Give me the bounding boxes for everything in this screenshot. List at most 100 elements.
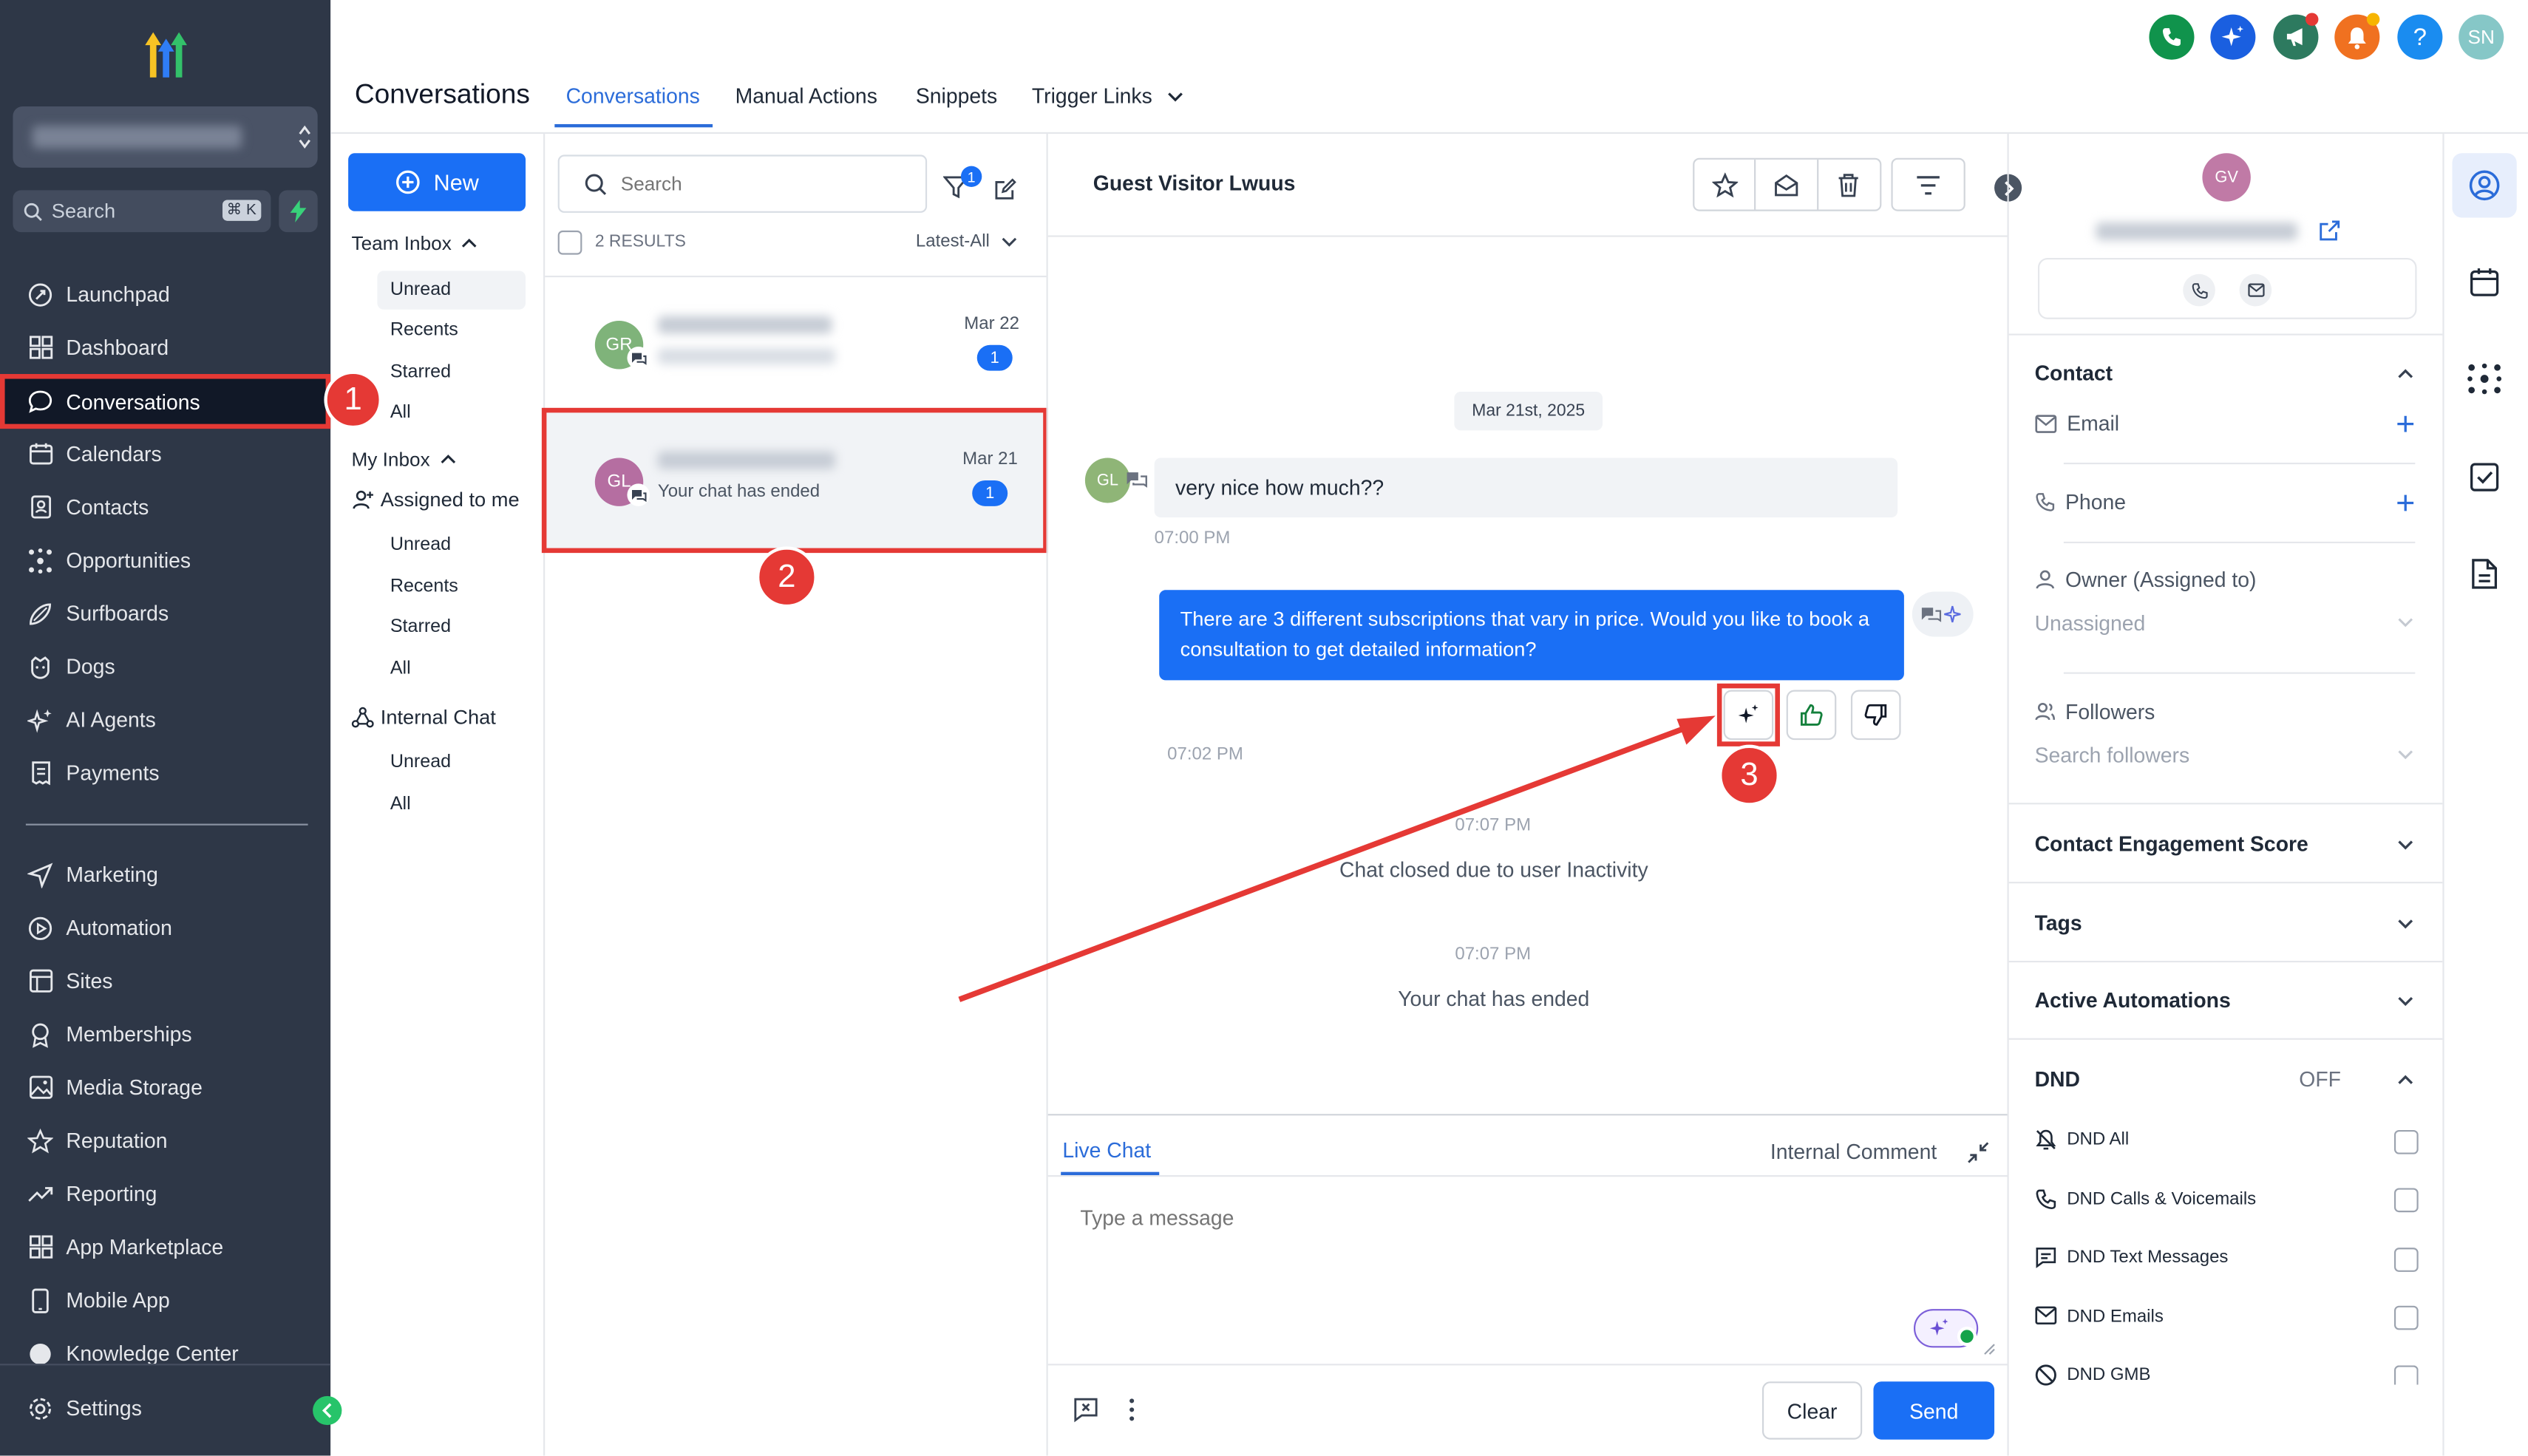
dnd-calls-checkbox[interactable] <box>2393 1188 2419 1213</box>
sidebar-item-dogs[interactable]: Dogs <box>0 640 330 693</box>
open-contact-link[interactable] <box>2318 220 2341 242</box>
add-phone-button[interactable] <box>2396 493 2415 512</box>
select-all-checkbox[interactable] <box>557 230 582 255</box>
collapse-sidebar-button[interactable] <box>313 1395 342 1426</box>
sidebar-item-launchpad[interactable]: Launchpad <box>0 268 330 321</box>
more-options-button[interactable] <box>1124 1396 1140 1423</box>
delete-button[interactable] <box>1818 160 1880 210</box>
my-inbox-header[interactable]: My Inbox <box>351 448 457 471</box>
app-logo[interactable] <box>135 26 197 81</box>
sort-dropdown[interactable]: Latest-All <box>916 232 1019 251</box>
chevron-down-icon[interactable] <box>2396 835 2415 854</box>
email-contact-button[interactable] <box>2239 273 2272 307</box>
clear-formatting-button[interactable] <box>1072 1396 1099 1423</box>
engagement-score-header[interactable]: Contact Engagement Score <box>2035 831 2308 856</box>
owner-select[interactable]: Unassigned <box>2035 609 2416 638</box>
conversation-search[interactable] <box>557 154 928 213</box>
rail-opportunities-button[interactable] <box>2467 363 2502 395</box>
sidebar-item-dashboard[interactable]: Dashboard <box>0 321 330 374</box>
filter-button[interactable]: 1 <box>942 166 982 200</box>
dnd-text-checkbox[interactable] <box>2393 1248 2419 1272</box>
sidebar-item-memberships[interactable]: Memberships <box>0 1007 330 1061</box>
email-field[interactable]: Email <box>2035 411 2119 435</box>
sidebar-item-reputation[interactable]: Reputation <box>0 1114 330 1167</box>
ai-compose-toggle[interactable] <box>1913 1309 1979 1348</box>
user-avatar[interactable]: SN <box>2459 14 2504 60</box>
compose-button[interactable] <box>993 177 1018 202</box>
sidebar-item-marketing[interactable]: Marketing <box>0 848 330 901</box>
sidebar-item-media-storage[interactable]: Media Storage <box>0 1061 330 1114</box>
sidebar-item-app-marketplace[interactable]: App Marketplace <box>0 1220 330 1273</box>
star-button[interactable] <box>1694 159 1756 210</box>
internal-chat-all[interactable]: All <box>377 785 526 823</box>
rail-notes-button[interactable] <box>2470 558 2498 591</box>
quick-action-button[interactable] <box>279 190 318 233</box>
assigned-to-me[interactable]: Assigned to me <box>351 489 520 511</box>
rail-contact-button[interactable] <box>2452 153 2517 218</box>
my-inbox-recents[interactable]: Recents <box>377 568 526 606</box>
rail-calendar-button[interactable] <box>2468 266 2501 299</box>
sidebar-item-payments[interactable]: Payments <box>0 746 330 800</box>
add-email-button[interactable] <box>2396 415 2415 434</box>
sidebar-item-automation[interactable]: Automation <box>0 901 330 954</box>
clear-button[interactable]: Clear <box>1761 1381 1863 1440</box>
team-inbox-all[interactable]: All <box>377 393 526 432</box>
team-inbox-header[interactable]: Team Inbox <box>351 232 478 255</box>
chevron-down-icon[interactable] <box>1166 87 1185 106</box>
tags-header[interactable]: Tags <box>2035 911 2082 935</box>
sidebar-item-sites[interactable]: Sites <box>0 954 330 1007</box>
contact-section-header[interactable]: Contact <box>2035 361 2113 386</box>
team-inbox-unread[interactable]: Unread <box>377 271 526 310</box>
conversation-item[interactable]: GR Mar 22 1 <box>545 277 1046 406</box>
mark-unread-button[interactable] <box>1756 159 1818 210</box>
dnd-header[interactable]: DND <box>2035 1067 2080 1092</box>
phone-field[interactable]: Phone <box>2035 490 2126 514</box>
phone-button[interactable] <box>2149 14 2195 60</box>
announcements-button[interactable] <box>2273 13 2319 60</box>
dnd-emails-checkbox[interactable] <box>2393 1305 2419 1330</box>
internal-chat-unread[interactable]: Unread <box>377 743 526 781</box>
rail-tasks-button[interactable] <box>2468 461 2501 494</box>
sidebar-item-conversations[interactable]: Conversations <box>0 374 331 429</box>
ai-assistant-button[interactable] <box>2210 14 2256 60</box>
sidebar-item-contacts[interactable]: Contacts <box>0 480 330 534</box>
chevron-up-icon[interactable] <box>2396 364 2415 384</box>
chevron-down-icon[interactable] <box>2396 914 2415 933</box>
tab-manual-actions[interactable]: Manual Actions <box>735 84 877 108</box>
team-inbox-starred[interactable]: Starred <box>377 353 526 392</box>
my-inbox-unread[interactable]: Unread <box>377 525 526 564</box>
active-automations-header[interactable]: Active Automations <box>2035 988 2231 1013</box>
conversation-search-input[interactable] <box>620 172 895 195</box>
tab-snippets[interactable]: Snippets <box>916 84 997 108</box>
message-input[interactable] <box>1064 1196 1983 1293</box>
sidebar-item-settings[interactable]: Settings <box>0 1381 330 1435</box>
resize-handle[interactable] <box>1983 1343 1996 1355</box>
sidebar-item-opportunities[interactable]: Opportunities <box>0 534 330 587</box>
tab-conversations[interactable]: Conversations <box>566 84 700 108</box>
account-switcher[interactable] <box>13 106 318 168</box>
sidebar-item-knowledge-center[interactable]: Knowledge Center <box>0 1327 330 1364</box>
sidebar-item-ai-agents[interactable]: AI Agents <box>0 693 330 746</box>
new-conversation-button[interactable]: New <box>348 153 526 211</box>
sidebar-item-reporting[interactable]: Reporting <box>0 1167 330 1220</box>
expand-composer-button[interactable] <box>1967 1141 1990 1164</box>
sidebar-item-calendars[interactable]: Calendars <box>0 427 330 480</box>
notifications-button[interactable] <box>2334 13 2380 60</box>
chat-filter-button[interactable] <box>1891 157 1965 211</box>
followers-select[interactable]: Search followers <box>2035 741 2416 770</box>
team-inbox-recents[interactable]: Recents <box>377 311 526 350</box>
my-inbox-starred[interactable]: Starred <box>377 608 526 646</box>
my-inbox-all[interactable]: All <box>377 650 526 688</box>
internal-chat-header[interactable]: Internal Chat <box>351 706 496 729</box>
thumbs-up-button[interactable] <box>1786 690 1837 741</box>
thumbs-down-button[interactable] <box>1850 690 1901 741</box>
chevron-up-icon[interactable] <box>2396 1070 2415 1089</box>
tab-trigger-links[interactable]: Trigger Links <box>1032 84 1152 108</box>
tab-live-chat[interactable]: Live Chat <box>1062 1138 1151 1163</box>
dnd-all-checkbox[interactable] <box>2393 1129 2419 1154</box>
chevron-down-icon[interactable] <box>2396 991 2415 1010</box>
sidebar-item-surfboards[interactable]: Surfboards <box>0 587 330 640</box>
send-button[interactable]: Send <box>1873 1381 1995 1440</box>
sidebar-search[interactable]: Search ⌘ K <box>13 190 271 233</box>
tab-internal-comment[interactable]: Internal Comment <box>1770 1140 1937 1164</box>
